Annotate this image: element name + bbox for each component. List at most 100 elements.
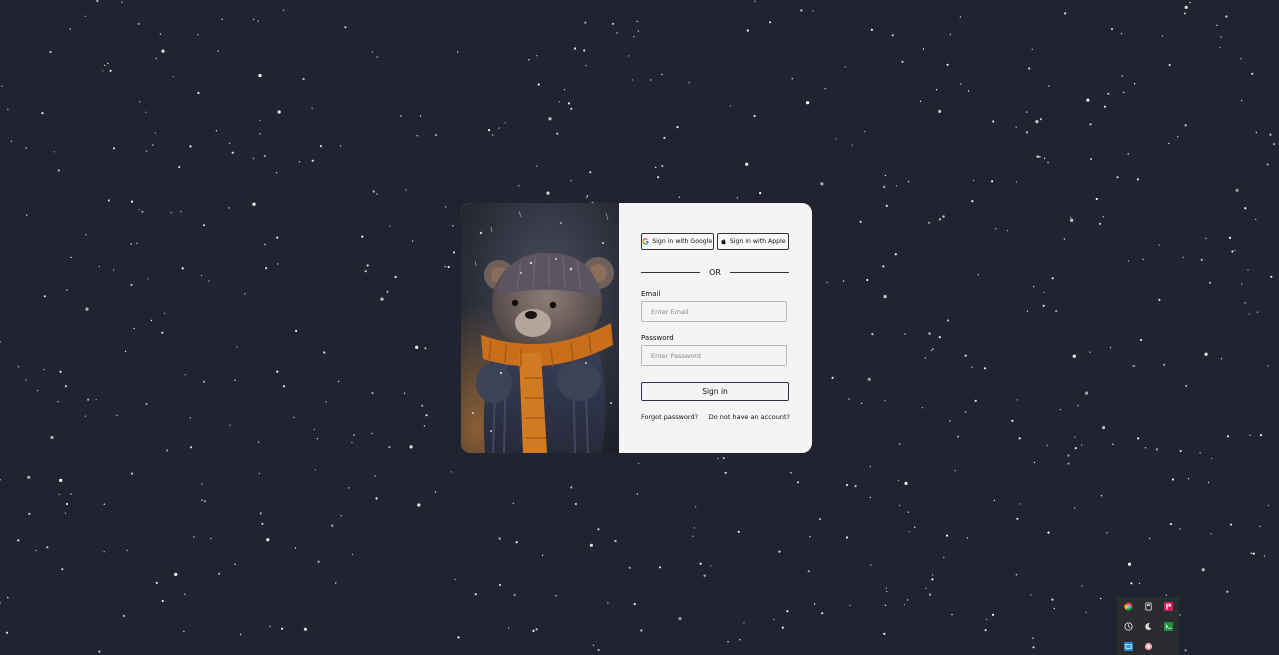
snowflake xyxy=(95,399,97,401)
snowflake xyxy=(456,51,459,53)
chrome-icon[interactable] xyxy=(1124,602,1133,611)
sign-in-button[interactable]: Sign in xyxy=(641,382,789,401)
snowflake xyxy=(883,295,887,299)
snowflake xyxy=(87,398,90,401)
snowflake xyxy=(137,22,140,25)
clock-icon[interactable] xyxy=(1124,622,1133,631)
snowflake xyxy=(154,132,157,134)
snowflake xyxy=(1267,504,1270,507)
snowflake xyxy=(1086,98,1090,102)
snowflake xyxy=(901,60,904,64)
snowflake xyxy=(1240,58,1242,60)
app-red-icon[interactable] xyxy=(1164,602,1173,611)
snowflake xyxy=(512,502,514,504)
snowflake xyxy=(311,159,314,162)
snowflake xyxy=(835,138,837,140)
snowflake xyxy=(244,293,246,295)
snowflake xyxy=(208,280,210,282)
snowflake xyxy=(515,541,518,544)
snowflake xyxy=(1158,298,1161,301)
snowflake xyxy=(991,613,995,616)
snowflake xyxy=(366,264,369,267)
snowflake xyxy=(59,370,62,373)
snowflake xyxy=(1018,503,1021,505)
snowflake xyxy=(1273,143,1276,146)
snowflake xyxy=(1100,597,1102,600)
snowflake xyxy=(161,599,164,603)
snowflake xyxy=(1109,347,1112,349)
network-icon[interactable] xyxy=(1124,642,1133,651)
snowflake xyxy=(450,471,452,473)
snowflake xyxy=(1015,126,1017,128)
snowflake xyxy=(1155,448,1158,451)
snowflake xyxy=(546,191,550,195)
snowflake xyxy=(1142,258,1144,261)
snowflake xyxy=(1171,478,1175,481)
snowflake xyxy=(488,129,491,132)
snowflake xyxy=(938,218,942,221)
snowflake xyxy=(1263,555,1266,557)
settings-icon[interactable] xyxy=(1144,642,1153,651)
terminal-icon[interactable] xyxy=(1164,622,1173,631)
snowflake xyxy=(729,105,732,107)
snowflake xyxy=(993,499,996,502)
email-input[interactable] xyxy=(641,301,787,322)
usb-drive-icon[interactable] xyxy=(1144,602,1153,611)
system-tray-overflow xyxy=(1117,597,1179,655)
snowflake xyxy=(899,443,901,445)
snowflake xyxy=(85,307,89,311)
snowflake xyxy=(743,622,745,624)
snowflake xyxy=(1250,552,1252,554)
snowflake xyxy=(992,120,995,123)
snowflake xyxy=(57,169,60,172)
snowflake xyxy=(946,319,950,322)
snowflake xyxy=(586,196,588,199)
snowflake xyxy=(1033,286,1035,288)
snowflake xyxy=(548,117,552,121)
snowflake xyxy=(854,485,857,488)
snowflake xyxy=(434,134,438,137)
snowflake xyxy=(57,401,59,403)
snowflake xyxy=(1177,136,1179,138)
snowflake xyxy=(159,33,162,35)
snowflake xyxy=(991,180,994,183)
snowflake xyxy=(1048,85,1050,87)
snowflake xyxy=(492,134,494,136)
or-divider: OR xyxy=(641,266,789,278)
snowflake xyxy=(860,402,863,404)
snowflake xyxy=(200,274,203,277)
snowflake xyxy=(849,604,851,607)
snowflake xyxy=(848,398,850,400)
snowflake xyxy=(739,639,741,641)
snowflake xyxy=(710,565,712,567)
snowflake xyxy=(983,367,987,370)
snowflake xyxy=(737,530,740,533)
snowflake xyxy=(1030,594,1032,596)
snowflake xyxy=(311,107,313,110)
snowflake xyxy=(96,0,99,3)
snowflake xyxy=(722,457,725,460)
moon-icon[interactable] xyxy=(1144,622,1153,631)
snowflake xyxy=(1179,449,1182,453)
snowflake xyxy=(935,89,938,91)
google-signin-button[interactable]: Sign in with Google xyxy=(641,233,714,250)
snowflake xyxy=(650,79,652,81)
register-link[interactable]: Do not have an account? xyxy=(709,413,790,421)
snowflake xyxy=(884,400,886,402)
password-input[interactable] xyxy=(641,345,787,366)
snowflake xyxy=(122,614,125,618)
snowflake xyxy=(907,511,910,513)
snowflake xyxy=(181,267,184,270)
snowflake xyxy=(1269,133,1272,136)
snowflake xyxy=(264,243,266,246)
snowflake xyxy=(49,50,52,54)
forgot-password-link[interactable]: Forgot password? xyxy=(641,413,698,421)
snowflake xyxy=(203,500,206,503)
apple-signin-button[interactable]: Sign in with Apple xyxy=(716,233,789,250)
snowflake xyxy=(257,441,260,443)
snowflake xyxy=(589,543,594,547)
snowflake xyxy=(444,265,446,268)
snowflake xyxy=(1225,15,1228,18)
snowflake xyxy=(597,528,600,531)
snowflake xyxy=(36,389,39,392)
